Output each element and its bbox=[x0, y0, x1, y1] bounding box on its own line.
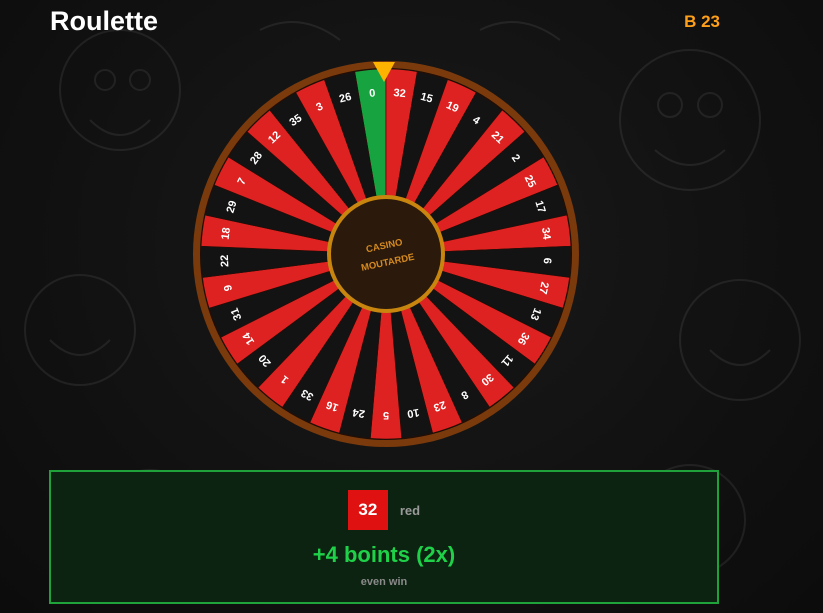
page-title: Roulette bbox=[50, 6, 158, 36]
result-panel: 32 red +4 boints (2x) even win bbox=[49, 470, 719, 604]
wheel-group: 0 32 1519421225173462713361130823105241633… bbox=[193, 61, 579, 447]
pocket-label: 0 bbox=[369, 87, 376, 99]
pocket-label: 10 bbox=[406, 406, 420, 420]
result-row: 32 red bbox=[51, 490, 717, 530]
win-amount-text: +4 boints (2x) bbox=[312, 542, 456, 567]
balance-display: B 23 bbox=[684, 12, 720, 31]
win-type-text: even win bbox=[360, 576, 408, 588]
result-color-label: red bbox=[399, 502, 421, 518]
pocket-label: 6 bbox=[541, 258, 553, 265]
result-number-badge: 32 bbox=[347, 490, 388, 530]
wheel-hub bbox=[327, 195, 445, 313]
pocket-label: 34 bbox=[539, 227, 553, 242]
pocket-label: 5 bbox=[383, 409, 389, 421]
pocket-label: 32 bbox=[393, 87, 406, 100]
pocket-label: 27 bbox=[536, 281, 550, 296]
pocket-label: 22 bbox=[219, 254, 232, 267]
game-stage: Roulette B 23 0 32 15 19 4 21 2 25 17 34 6 27 13 36 11… bbox=[0, 0, 823, 613]
roulette-wheel[interactable]: 0 32 1519421225173462713361130823105241633… bbox=[191, 58, 581, 450]
pocket-label: 18 bbox=[220, 227, 233, 241]
